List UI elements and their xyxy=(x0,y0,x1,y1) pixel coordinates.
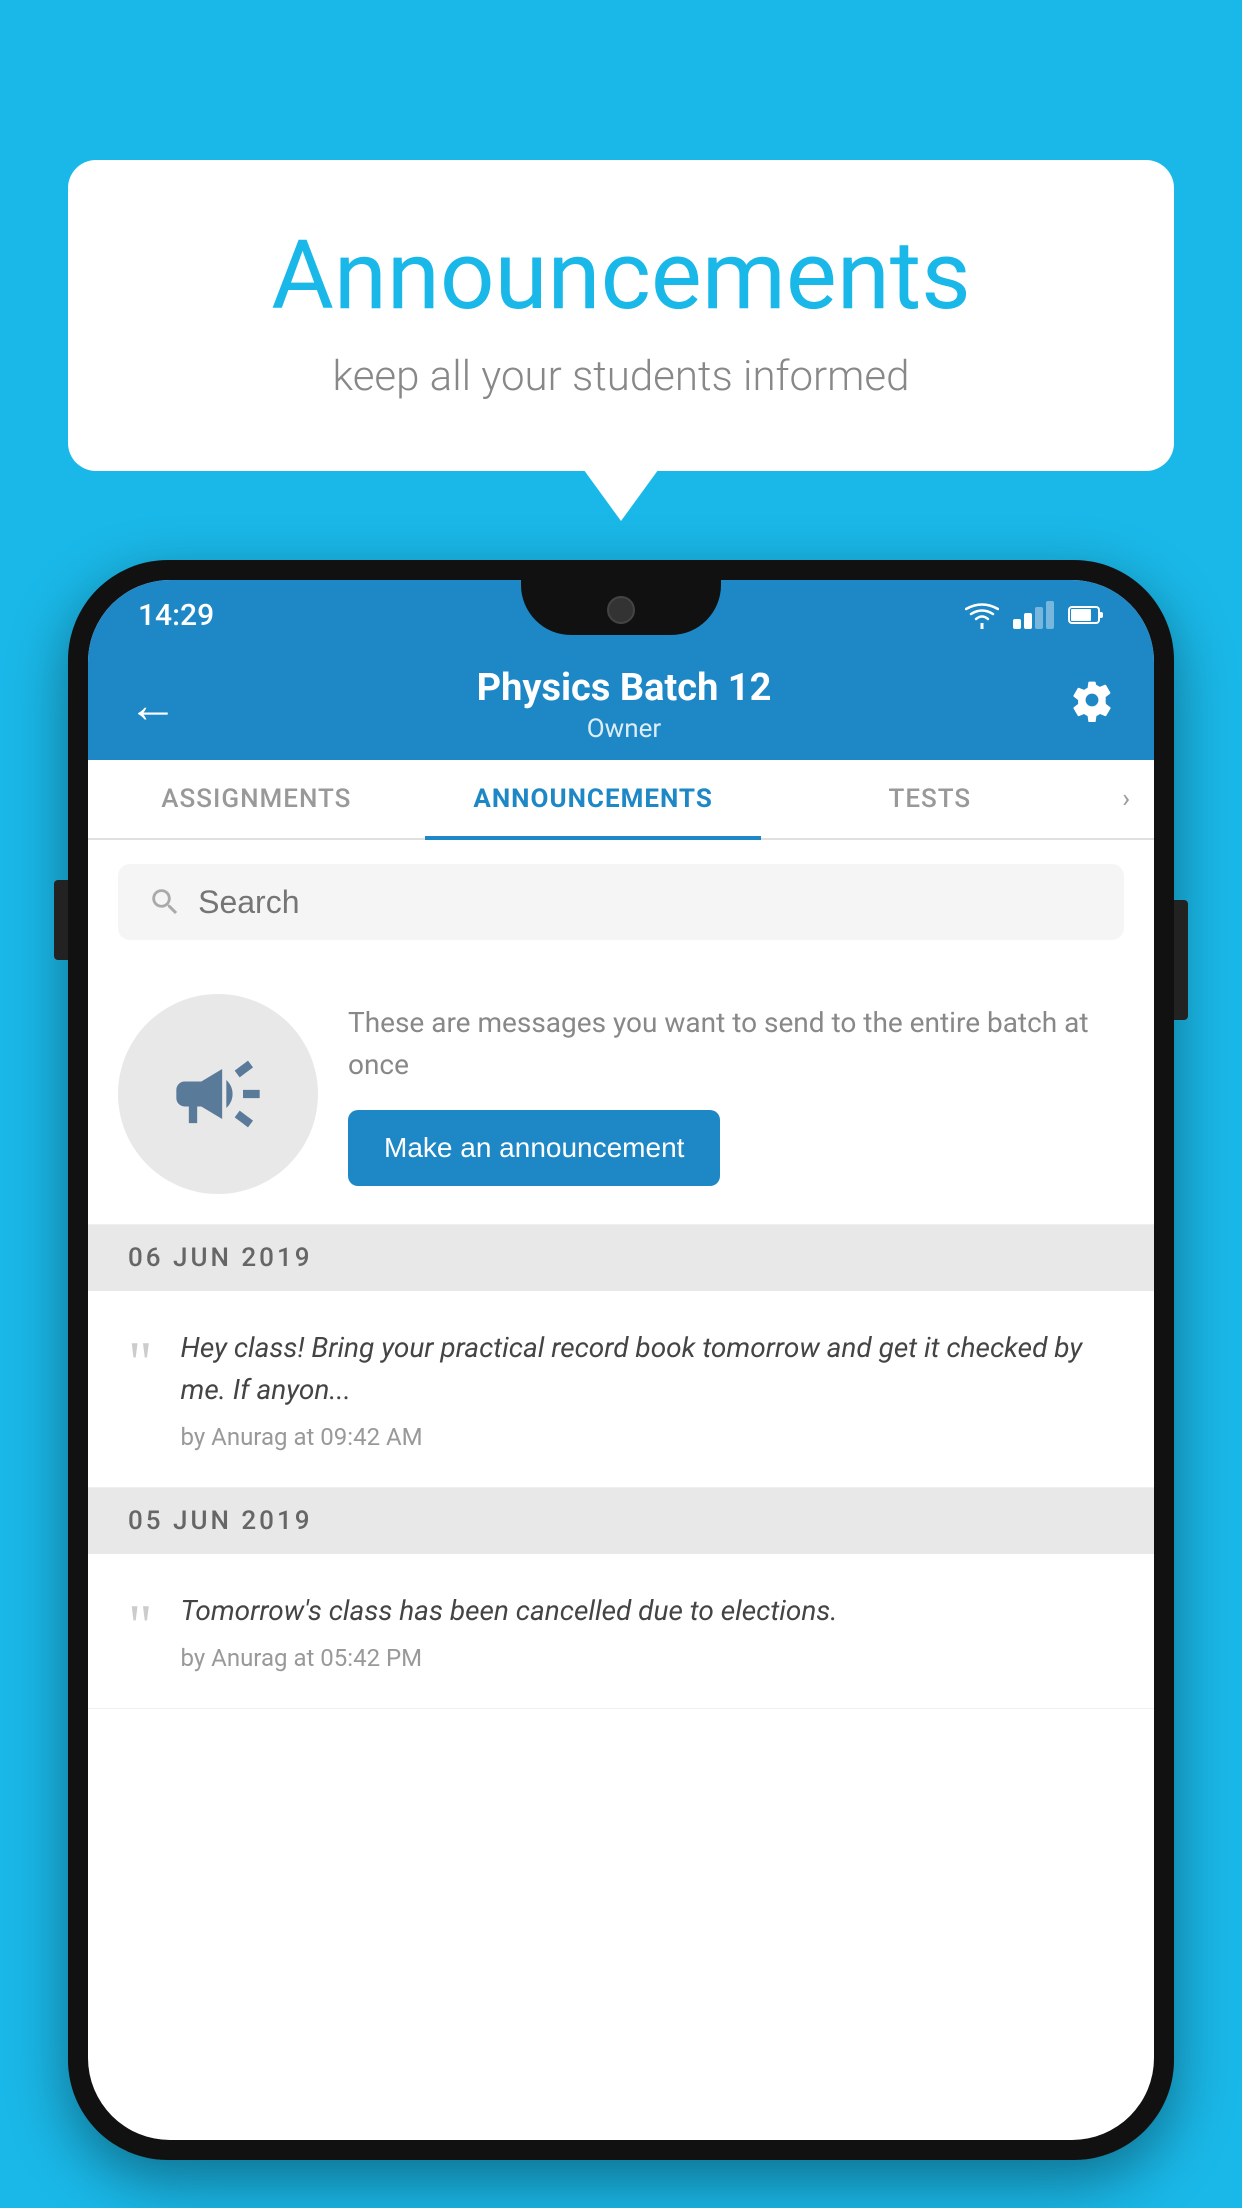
tab-announcements[interactable]: ANNOUNCEMENTS xyxy=(425,762,762,840)
promo-description: These are messages you want to send to t… xyxy=(348,1002,1124,1086)
user-role: Owner xyxy=(477,714,772,744)
announcement-text-2: Tomorrow's class has been cancelled due … xyxy=(181,1590,1115,1672)
promo-section: These are messages you want to send to t… xyxy=(88,964,1154,1225)
bubble-title: Announcements xyxy=(148,220,1094,332)
phone-wrapper: 14:29 xyxy=(68,560,1174,2160)
date-header-1: 06 JUN 2019 xyxy=(88,1225,1154,1291)
status-bar: 14:29 xyxy=(88,580,1154,650)
tab-bar: ASSIGNMENTS ANNOUNCEMENTS TESTS › xyxy=(88,760,1154,840)
app-header: ← Physics Batch 12 Owner xyxy=(88,650,1154,760)
back-button[interactable]: ← xyxy=(128,676,178,735)
announcement-text-1: Hey class! Bring your practical record b… xyxy=(181,1327,1115,1451)
phone-outer: 14:29 xyxy=(68,560,1174,2160)
speech-bubble: Announcements keep all your students inf… xyxy=(68,160,1174,471)
batch-title: Physics Batch 12 xyxy=(477,666,772,710)
quote-icon-2: " xyxy=(128,1596,153,1656)
megaphone-avatar xyxy=(118,994,318,1194)
megaphone-icon xyxy=(168,1044,268,1144)
bubble-subtitle: keep all your students informed xyxy=(148,352,1094,401)
tab-assignments[interactable]: ASSIGNMENTS xyxy=(88,762,425,840)
notch xyxy=(521,580,721,635)
announcement-meta-2: by Anurag at 05:42 PM xyxy=(181,1644,1115,1672)
battery-icon xyxy=(1068,604,1104,626)
header-center: Physics Batch 12 Owner xyxy=(477,666,772,744)
gear-icon xyxy=(1070,678,1114,722)
phone-screen: 14:29 xyxy=(88,580,1154,2140)
quote-icon-1: " xyxy=(128,1333,153,1393)
status-icons xyxy=(965,601,1104,629)
make-announcement-button[interactable]: Make an announcement xyxy=(348,1110,720,1186)
announcement-item-2[interactable]: " Tomorrow's class has been cancelled du… xyxy=(88,1554,1154,1709)
tab-tests[interactable]: TESTS xyxy=(761,762,1098,840)
promo-content: These are messages you want to send to t… xyxy=(348,1002,1124,1186)
settings-button[interactable] xyxy=(1070,678,1114,733)
announcement-meta-1: by Anurag at 09:42 AM xyxy=(181,1423,1115,1451)
search-input[interactable] xyxy=(198,884,1094,921)
search-bar[interactable] xyxy=(118,864,1124,940)
wifi-icon xyxy=(965,601,999,629)
front-camera xyxy=(607,596,635,624)
announcement-message-2: Tomorrow's class has been cancelled due … xyxy=(181,1590,1115,1632)
tab-more[interactable]: › xyxy=(1098,760,1154,838)
signal-bars-icon xyxy=(1013,601,1054,629)
status-time: 14:29 xyxy=(138,598,214,633)
search-icon xyxy=(148,884,182,920)
date-header-2: 05 JUN 2019 xyxy=(88,1488,1154,1554)
announcement-message-1: Hey class! Bring your practical record b… xyxy=(181,1327,1115,1411)
announcement-item-1[interactable]: " Hey class! Bring your practical record… xyxy=(88,1291,1154,1488)
